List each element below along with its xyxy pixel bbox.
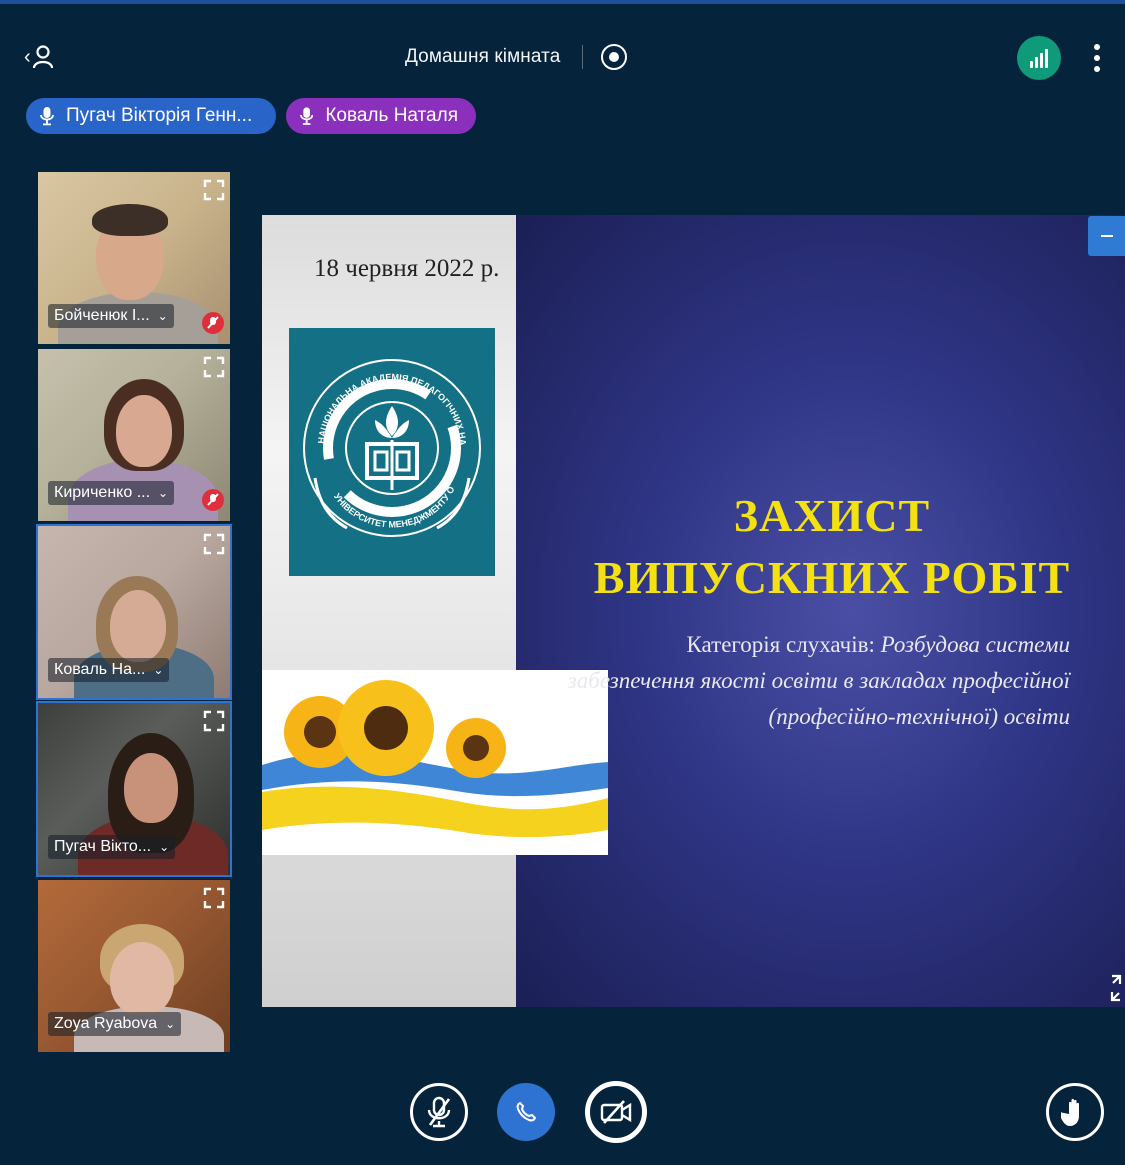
chevron-down-icon: ⌄ [157,309,168,323]
talker-chip[interactable]: Коваль Наталя [286,98,476,134]
webcam-name-label[interactable]: Кириченко ... ⌄ [48,481,175,505]
expand-icon[interactable] [202,709,226,733]
room-header: Домашня кімната [405,40,628,74]
talker-name: Пугач Вікторія Генн... [66,105,253,126]
webcam-name-label[interactable]: Коваль На... ⌄ [48,658,170,682]
phone-icon[interactable] [497,1083,555,1141]
signal-bar [1040,53,1043,68]
webcam-tile[interactable]: Бойченюк І... ⌄ [38,172,230,344]
webcam-name-label[interactable]: Пугач Вікто... ⌄ [48,835,176,859]
webcam-name-label[interactable]: Zoya Ryabova ⌄ [48,1012,182,1036]
microphone-icon [40,107,54,126]
chevron-down-icon: ⌄ [159,840,170,854]
slide-right-panel [516,215,1125,1007]
slide-title-line-1: ЗАХИСТ [733,490,931,541]
webcam-tile[interactable]: Коваль На... ⌄ [36,524,232,700]
minus-icon [1100,235,1113,237]
webcam-name: Коваль На... [54,661,146,678]
expand-icon[interactable] [202,886,226,910]
signal-bar [1030,61,1033,68]
signal-bar [1035,57,1038,68]
muted-mic-icon [202,489,224,511]
expand-icon[interactable] [202,178,226,202]
presentation-area[interactable]: 18 червня 2022 р. НАЦІОНАЛЬНА АКАДЕМІЯ П… [262,215,1125,1007]
expand-icon[interactable] [202,355,226,379]
microphone-icon [300,107,314,125]
webcam-name-label[interactable]: Бойченюк І... ⌄ [48,304,174,328]
chevron-down-icon: ⌄ [165,1017,176,1031]
camera-off-icon[interactable] [585,1081,647,1143]
webcam-tile[interactable]: Zoya Ryabova ⌄ [38,880,230,1052]
raise-hand-icon[interactable] [1046,1083,1104,1141]
webcam-tile[interactable]: Пугач Вікто... ⌄ [36,701,232,877]
fullscreen-icon[interactable] [1108,974,1124,1002]
chevron-down-icon: ⌄ [153,663,164,677]
webcam-name: Кириченко ... [54,484,151,501]
room-title: Домашня кімната [405,46,561,67]
chevron-down-icon: ⌄ [158,486,169,500]
microphone-muted-icon[interactable] [410,1083,468,1141]
person-head [110,942,174,1016]
expand-icon[interactable] [202,532,226,556]
person-head [116,395,172,467]
top-border [0,0,1125,4]
title-divider [582,45,584,69]
users-icon [32,45,53,69]
signal-bar [1045,49,1048,68]
talker-name: Коваль Наталя [325,105,458,126]
person-hair [92,204,168,236]
record-icon[interactable] [601,44,628,70]
users-list-toggle[interactable]: ‹ [24,40,64,74]
muted-mic-icon [202,312,224,334]
slide-title: ЗАХИСТ ВИПУСКНИХ РОБІТ [562,485,1102,609]
more-options-icon[interactable] [1085,38,1109,78]
record-dot [609,52,620,62]
webcam-name: Пугач Вікто... [54,838,152,855]
slide-category-label: Категорія слухачів: [686,632,875,657]
slide-date: 18 червня 2022 р. [314,255,500,282]
webcam-name: Бойченюк І... [54,307,150,324]
sunflowers-image [262,670,608,855]
minimize-presentation-button[interactable] [1088,216,1125,256]
slide-title-line-2: ВИПУСКНИХ РОБІТ [593,552,1071,603]
logo-emblem: НАЦІОНАЛЬНА АКАДЕМІЯ ПЕДАГОГІЧНИХ НАУК У… [286,320,481,537]
person-head [124,753,178,823]
university-logo: НАЦІОНАЛЬНА АКАДЕМІЯ ПЕДАГОГІЧНИХ НАУК У… [286,320,495,576]
slide-category: Категорія слухачів: Розбудова системи за… [562,627,1070,735]
person-head [110,590,166,662]
connection-status-icon[interactable] [1017,36,1061,80]
talker-chip[interactable]: Пугач Вікторія Генн... [26,98,276,134]
webcam-tile[interactable]: Кириченко ... ⌄ [38,349,230,521]
webcam-name: Zoya Ryabova [54,1015,158,1032]
chevron-left-icon: ‹ [24,46,31,68]
